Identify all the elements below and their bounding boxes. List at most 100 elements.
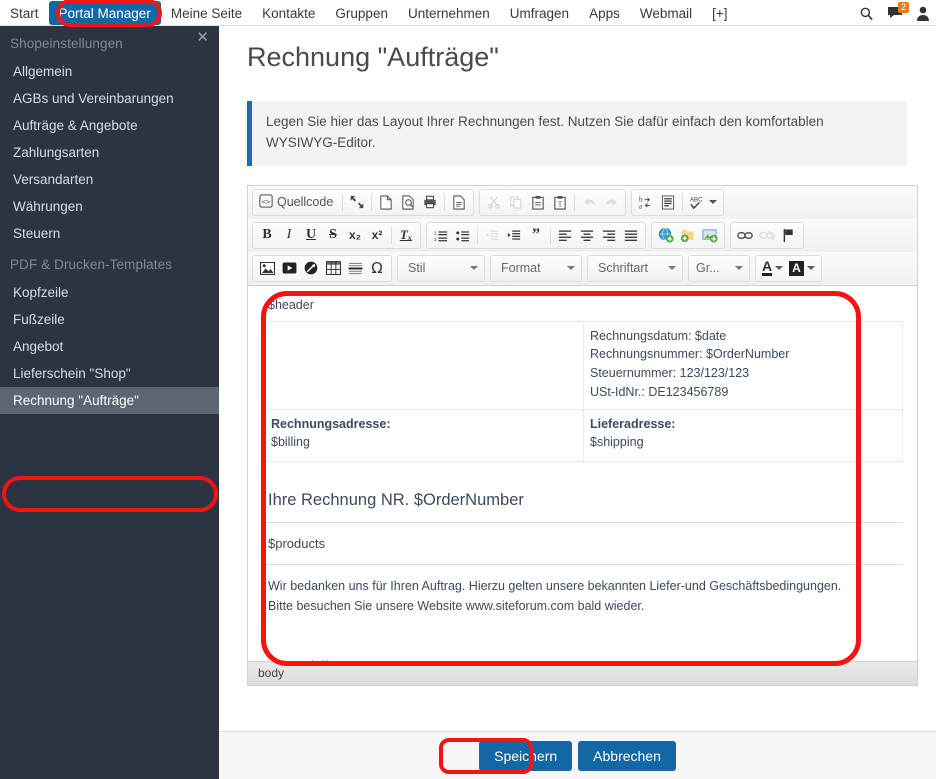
align-center-button[interactable] (576, 224, 598, 247)
superscript-button[interactable]: x² (366, 224, 388, 247)
sidebar-item-fusszeile[interactable]: Fußzeile (0, 306, 219, 333)
font-select[interactable]: Schriftart (587, 254, 683, 282)
bold-button[interactable]: B (256, 224, 278, 247)
bulleted-list-button[interactable] (452, 224, 474, 247)
video-button[interactable] (278, 257, 300, 280)
sidebar-item-lieferschein-shop[interactable]: Lieferschein "Shop" (0, 360, 219, 387)
align-justify-button[interactable] (620, 224, 642, 247)
sidebar-item-angebot[interactable]: Angebot (0, 333, 219, 360)
nav-item-gruppen[interactable]: Gruppen (325, 0, 398, 26)
spellcheck-button[interactable]: ABC (686, 191, 720, 214)
sidebar-item-label: Angebot (13, 339, 64, 354)
cancel-button[interactable]: Abbrechen (578, 740, 676, 771)
element-path-body[interactable]: body (258, 666, 284, 680)
unlink-button[interactable] (756, 224, 778, 247)
special-char-button[interactable]: Ω (366, 257, 388, 280)
nav-item-portal-manager[interactable]: Portal Manager (48, 1, 161, 25)
nav-item-start[interactable]: Start (0, 0, 49, 26)
numbered-list-button[interactable]: 12 (430, 224, 452, 247)
size-select[interactable]: Gr... (688, 254, 750, 282)
replace-button[interactable]: ba (635, 191, 657, 214)
source-code-label: Quellcode (277, 195, 334, 210)
user-account-icon[interactable] (916, 6, 930, 21)
insert-internal-link-button[interactable] (655, 224, 677, 247)
toolbar-group-basic-styles: B I U S x₂ x² Tₓ (252, 221, 421, 249)
align-right-button[interactable] (598, 224, 620, 247)
sidebar-item-versandarten[interactable]: Versandarten (0, 166, 219, 193)
preview-button[interactable] (397, 191, 419, 214)
flash-icon (304, 261, 318, 275)
cut-button[interactable] (483, 191, 505, 214)
sidebar-item-label: Fußzeile (13, 312, 65, 327)
size-select-label: Gr... (696, 261, 720, 276)
new-page-button[interactable] (375, 191, 397, 214)
templates-button[interactable] (448, 191, 470, 214)
nav-item-label: Meine Seite (170, 5, 243, 21)
nav-item-meine-seite[interactable]: Meine Seite (161, 0, 252, 26)
new-page-icon (380, 195, 392, 210)
sidebar-item-label: Aufträge & Angebote (13, 118, 138, 133)
paste-as-text-button[interactable]: T (549, 191, 571, 214)
toolbar-separator (342, 193, 344, 211)
undo-button[interactable] (578, 191, 600, 214)
text-color-button[interactable]: A (759, 257, 786, 280)
increase-indent-button[interactable] (503, 224, 525, 247)
messages-icon[interactable]: 2 (887, 2, 910, 20)
paste-button[interactable] (527, 191, 549, 214)
wysiwyg-editor: <> Quellcode T b a ABC B I U S x₂ x² Tₓ … (247, 184, 918, 686)
strikethrough-button[interactable]: S (322, 224, 344, 247)
bold-icon: B (262, 227, 272, 243)
sidebar-group-title-pdf-print-templates: PDF & Drucken-Templates (10, 257, 173, 272)
align-left-button[interactable] (554, 224, 576, 247)
sidebar-item-auftraege-angebote[interactable]: Aufträge & Angebote (0, 112, 219, 139)
sidebar-item-rechnung-auftraege[interactable]: Rechnung "Aufträge" (0, 387, 219, 414)
sidebar-item-waehrungen[interactable]: Währungen (0, 193, 219, 220)
remove-format-button[interactable]: Tₓ (395, 224, 417, 247)
search-icon[interactable] (859, 6, 874, 21)
sidebar-item-zahlungsarten[interactable]: Zahlungsarten (0, 139, 219, 166)
table-button[interactable] (322, 257, 344, 280)
redo-button[interactable] (600, 191, 622, 214)
anchor-button[interactable] (778, 224, 800, 247)
flash-button[interactable] (300, 257, 322, 280)
blockquote-button[interactable]: ” (525, 224, 547, 247)
editor-content-area[interactable]: $header Rechnungsdatum: $date Rechnungsn… (248, 284, 917, 661)
save-button[interactable]: Speichern (479, 740, 573, 771)
nav-item-apps[interactable]: Apps (579, 0, 630, 26)
decrease-indent-button[interactable] (481, 224, 503, 247)
nav-item-kontakte[interactable]: Kontakte (252, 0, 325, 26)
maximize-button[interactable] (346, 191, 368, 214)
close-icon[interactable]: ✕ (196, 30, 209, 45)
toolbar-separator (682, 193, 684, 211)
sidebar-group-title-shop-settings: Shopeinstellungen (10, 36, 123, 51)
link-button[interactable] (734, 224, 756, 247)
redo-arrow-icon (605, 198, 617, 206)
print-button[interactable] (419, 191, 441, 214)
copy-button[interactable] (505, 191, 527, 214)
italic-button[interactable]: I (278, 224, 300, 247)
insert-file-button[interactable] (677, 224, 699, 247)
background-color-button[interactable]: A (786, 257, 818, 280)
style-select[interactable]: Stil (397, 254, 485, 282)
nav-item-webmail[interactable]: Webmail (630, 0, 702, 26)
insert-image-button[interactable] (699, 224, 721, 247)
sidebar-item-kopfzeile[interactable]: Kopfzeile (0, 279, 219, 306)
subscript-button[interactable]: x₂ (344, 224, 366, 247)
source-code-button[interactable]: <> Quellcode (256, 191, 339, 214)
format-select[interactable]: Format (490, 254, 582, 282)
sidebar-item-steuern[interactable]: Steuern (0, 220, 219, 247)
align-right-icon (602, 230, 616, 241)
select-all-button[interactable] (657, 191, 679, 214)
toolbar-group-document: <> Quellcode (252, 188, 475, 216)
nav-item-add-more[interactable]: [+] (702, 0, 737, 26)
underline-button[interactable]: U (300, 224, 322, 247)
sidebar-item-agbs-und-vereinbarungen[interactable]: AGBs und Vereinbarungen (0, 85, 219, 112)
horizontal-rule-button[interactable] (344, 257, 366, 280)
select-all-icon (662, 195, 675, 210)
form-footer-actions: Speichern Abbrechen (219, 731, 936, 779)
nav-item-umfragen[interactable]: Umfragen (500, 0, 579, 26)
thanks-line-2: Bitte besuchen Sie unsere Website www.si… (268, 599, 645, 614)
sidebar-item-allgemein[interactable]: Allgemein (0, 58, 219, 85)
image-button[interactable] (256, 257, 278, 280)
nav-item-unternehmen[interactable]: Unternehmen (398, 0, 500, 26)
